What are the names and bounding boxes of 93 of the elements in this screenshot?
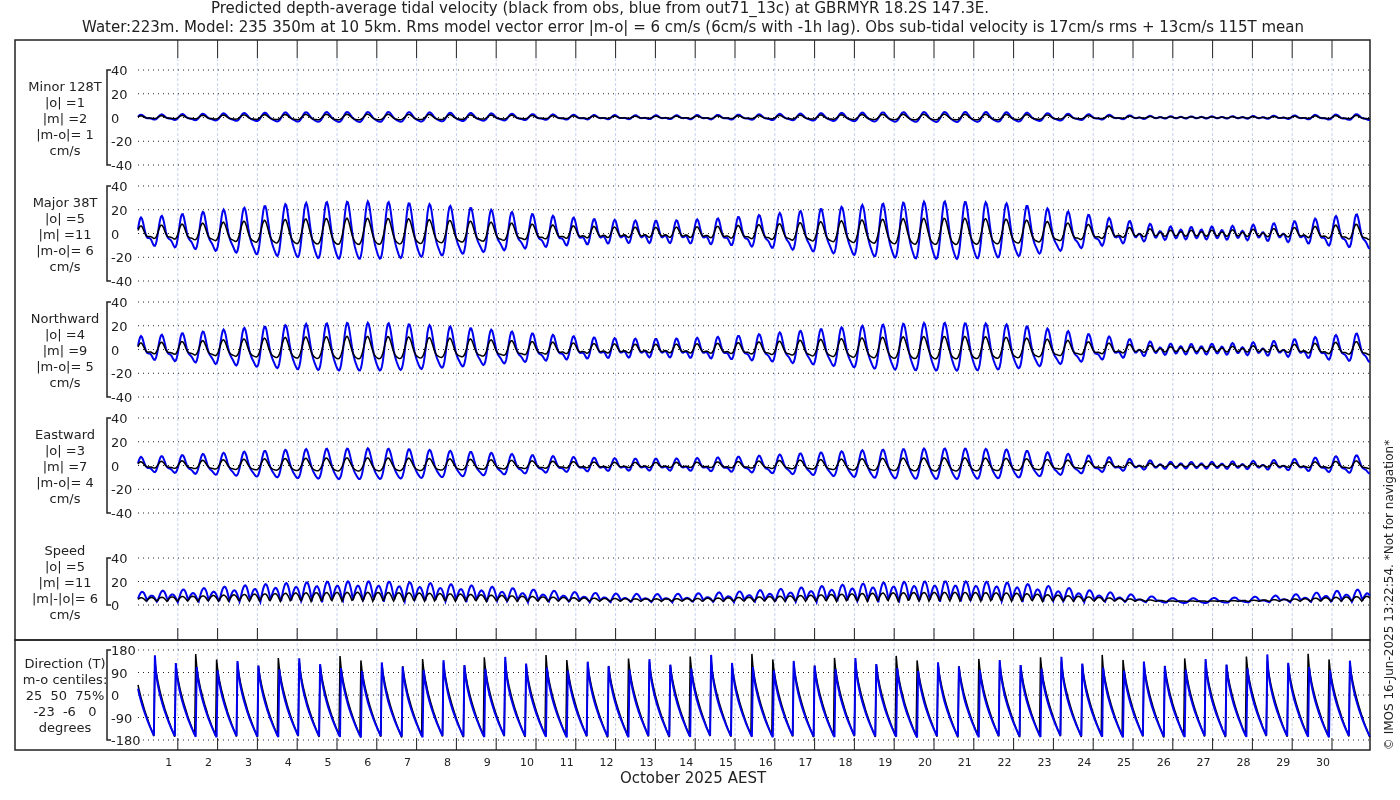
panel-title: Major 38T — [32, 194, 98, 210]
x-tick-label: 4 — [284, 756, 292, 769]
y-tick-label: 20 — [111, 86, 128, 102]
x-tick-label: 13 — [639, 756, 654, 769]
panel-stat: |o| =1 — [45, 94, 85, 110]
panel-stat: cm/s — [49, 258, 81, 274]
x-tick-label: 7 — [404, 756, 412, 769]
x-tick-label: 14 — [679, 756, 694, 769]
x-tick-label: 17 — [798, 756, 813, 769]
panel-title: Direction (T) — [24, 656, 106, 671]
x-tick-label: 21 — [957, 756, 972, 769]
y-tick-label: -90 — [111, 710, 133, 726]
x-tick-label: 20 — [918, 756, 932, 769]
x-tick-label: 9 — [483, 756, 491, 769]
y-tick-label: 20 — [111, 202, 128, 218]
y-tick-label: -20 — [111, 366, 133, 382]
y-tick-label: 0 — [111, 110, 120, 126]
copyright-note: © IMOS 16-Jun-2025 13:22:54. *Not for navigation* — [1382, 439, 1396, 751]
y-tick-label: -180 — [111, 733, 141, 748]
panel-stat: |m|-|o|= 6 — [31, 590, 99, 606]
y-tick-label: -40 — [111, 274, 133, 289]
x-tick-label: 11 — [559, 756, 574, 769]
x-tick-label: 23 — [1037, 756, 1052, 769]
panel-title: Northward — [30, 310, 100, 326]
x-tick-label: 19 — [878, 756, 893, 769]
x-tick-label: 10 — [520, 756, 534, 769]
panel-title: Speed — [44, 542, 86, 558]
panel-stat: cm/s — [49, 606, 81, 622]
y-tick-label: 0 — [111, 458, 120, 474]
y-tick-label: -20 — [111, 482, 133, 498]
panel-stat: |m| =9 — [42, 342, 88, 358]
chart-title: Predicted depth-average tidal velocity (black from obs, blue from out71_13c) at GBRMYR 18.2S 147.3E. — [211, 0, 989, 17]
panel-stat: degrees — [38, 720, 92, 735]
x-tick-label: 3 — [244, 756, 252, 769]
panel-stat: |o| =3 — [45, 442, 85, 458]
panel-stat: |m| =11 — [38, 574, 92, 590]
x-tick-label: 12 — [599, 756, 614, 769]
y-tick-label: -20 — [111, 134, 133, 150]
chart-subtitle: Water:223m. Model: 235 350m at 10 5km. Rms model vector error |m-o| = 6 cm/s (6cm/s with -1h lag). Obs sub-tidal velocity is 17cm/s rms + 13cm/s 115T mean — [82, 18, 1304, 36]
y-tick-label: 20 — [111, 318, 128, 334]
x-axis-label: October 2025 AEST — [619, 769, 767, 787]
y-tick-label: -20 — [111, 250, 133, 266]
panel-stat: |o| =4 — [45, 326, 85, 342]
panel-stat: |m-o|= 5 — [36, 358, 94, 374]
panel-stat: |m-o|= 4 — [36, 474, 94, 490]
y-tick-label: -40 — [111, 390, 133, 405]
x-tick-label: 27 — [1196, 756, 1211, 769]
x-tick-label: 30 — [1316, 756, 1330, 769]
panel-stat: 25 50 75% — [25, 688, 105, 703]
x-tick-label: 2 — [205, 756, 213, 769]
x-tick-label: 29 — [1276, 756, 1291, 769]
y-tick-label: -40 — [111, 506, 133, 521]
y-tick-label: 40 — [111, 179, 128, 194]
panel-stat: |o| =5 — [45, 558, 85, 574]
y-tick-label: 40 — [111, 411, 128, 426]
panel-stat: |m-o|= 1 — [36, 126, 94, 142]
x-tick-label: 25 — [1117, 756, 1131, 769]
panel-title: Eastward — [35, 426, 95, 442]
x-tick-label: 5 — [324, 756, 332, 769]
x-tick-label: 22 — [997, 756, 1012, 769]
panel-stat: |m| =11 — [38, 226, 92, 242]
panel-stat: cm/s — [49, 490, 81, 506]
y-tick-label: 0 — [111, 342, 120, 358]
panel-stat: |m| =2 — [42, 110, 88, 126]
x-tick-label: 8 — [443, 756, 451, 769]
y-axis — [106, 557, 112, 606]
panel-stat: |m-o|= 6 — [36, 242, 94, 258]
y-tick-label: 0 — [111, 688, 120, 703]
y-tick-label: 180 — [111, 643, 136, 658]
panel-stat: cm/s — [49, 374, 81, 390]
x-tick-label: 1 — [165, 756, 173, 769]
x-tick-label: 28 — [1236, 756, 1251, 769]
y-tick-label: 40 — [111, 63, 128, 78]
y-tick-label: 20 — [111, 574, 128, 590]
x-tick-label: 15 — [719, 756, 733, 769]
x-tick-label: 24 — [1077, 756, 1092, 769]
y-tick-label: 90 — [111, 665, 128, 681]
y-tick-label: 0 — [111, 226, 120, 242]
y-tick-label: 40 — [111, 295, 128, 310]
panel-stat: cm/s — [49, 142, 81, 158]
x-tick-label: 6 — [364, 756, 372, 769]
panel-stat: |o| =5 — [45, 210, 85, 226]
y-tick-label: 0 — [111, 598, 120, 613]
x-tick-label: 16 — [758, 756, 773, 769]
y-tick-label: 20 — [111, 434, 128, 450]
panel-stat: m-o centiles: — [22, 672, 108, 687]
x-tick-label: 26 — [1156, 756, 1171, 769]
panel-title: Minor 128T — [28, 78, 102, 94]
y-tick-label: 40 — [111, 551, 128, 566]
x-tick-label: 18 — [838, 756, 853, 769]
panel-stat: |m| =7 — [42, 458, 88, 474]
panel-stat: -23 -6 0 — [33, 704, 97, 719]
y-tick-label: -40 — [111, 158, 133, 173]
